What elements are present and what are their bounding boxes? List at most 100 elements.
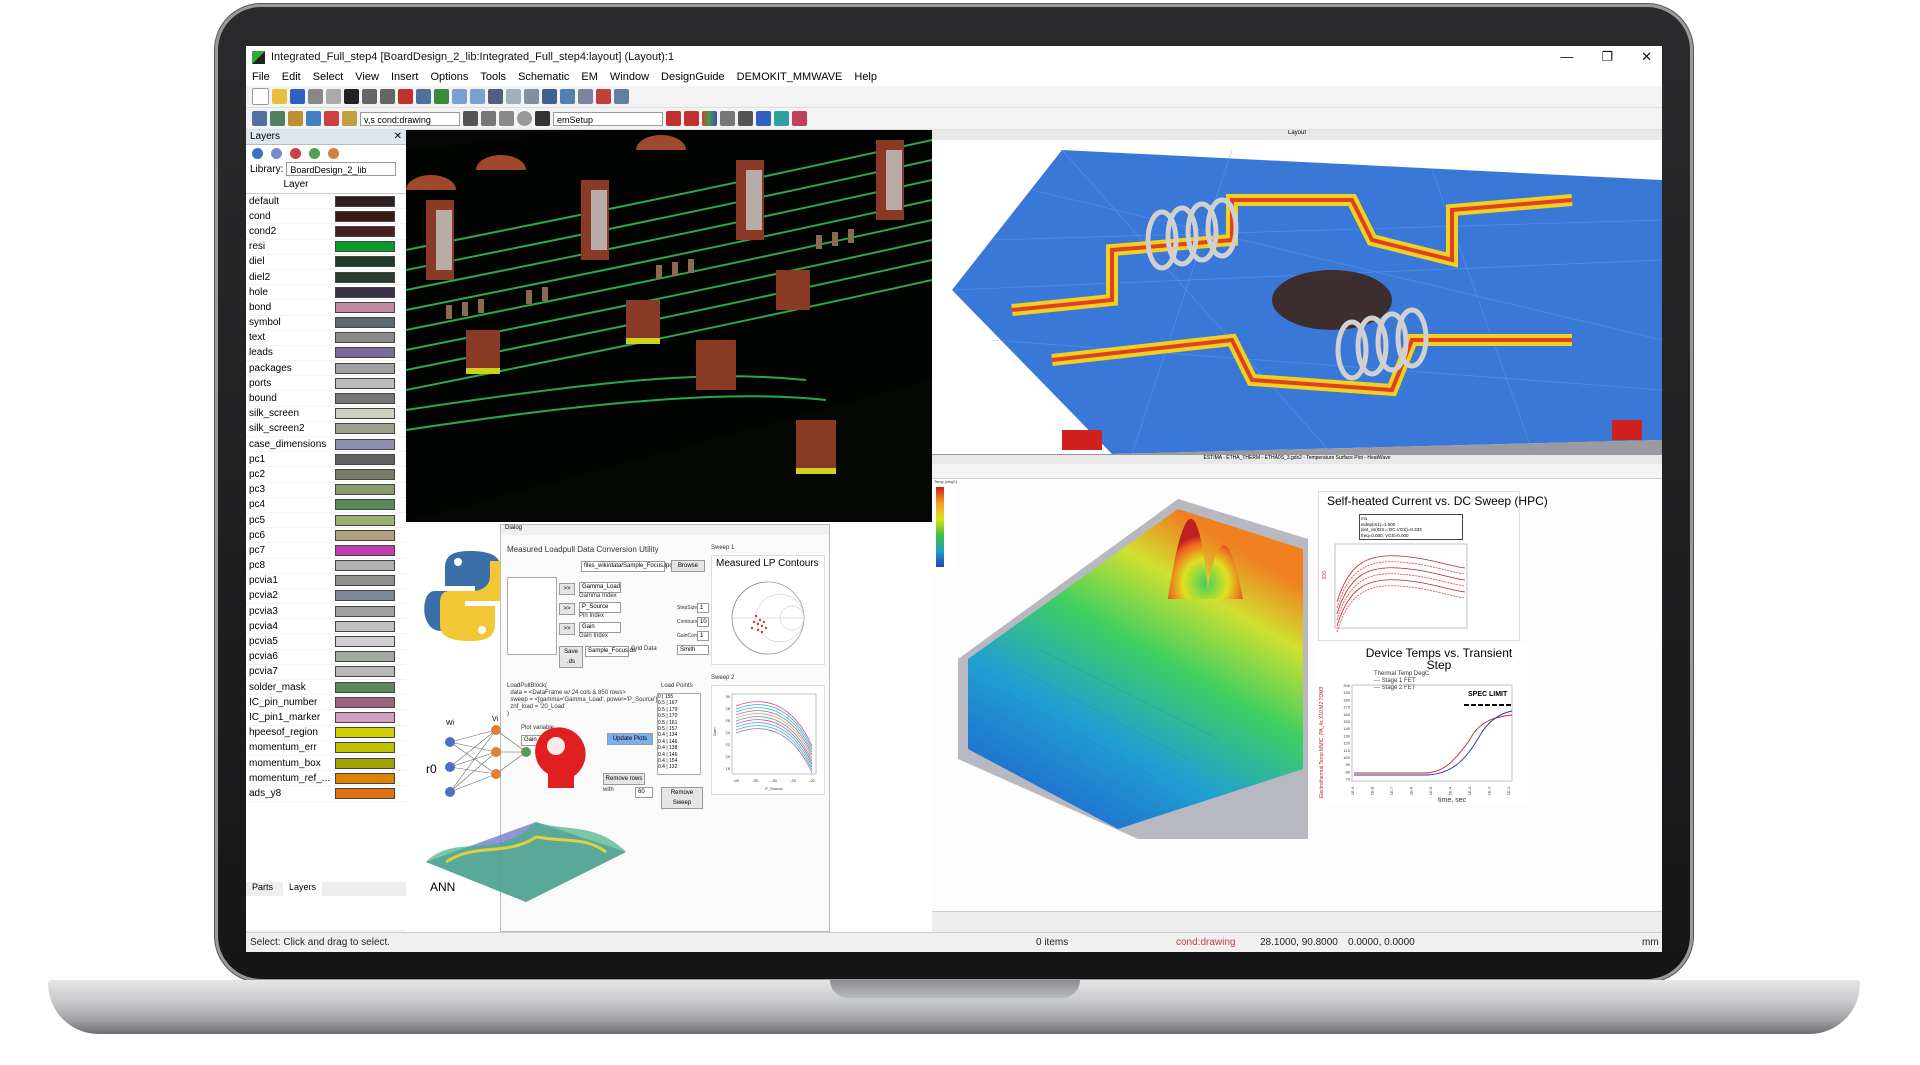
tab-layers[interactable]: Layers bbox=[283, 882, 323, 896]
menu-em[interactable]: EM bbox=[575, 71, 604, 83]
add-gain-button[interactable]: >> bbox=[559, 623, 575, 635]
layer-swatch[interactable] bbox=[335, 590, 395, 602]
target-icon[interactable] bbox=[596, 89, 611, 104]
layer-swatch[interactable] bbox=[335, 560, 395, 572]
layer-row[interactable]: silk_screen bbox=[246, 407, 406, 422]
layer-swatch[interactable] bbox=[335, 787, 395, 799]
em-setup-select[interactable]: emSetup bbox=[553, 111, 663, 126]
layer-row[interactable]: pcvia4 bbox=[246, 619, 406, 635]
layer-row[interactable]: leads bbox=[246, 346, 406, 362]
menu-select[interactable]: Select bbox=[307, 71, 350, 83]
load-point-item[interactable]: 0.4 | 132 bbox=[658, 764, 700, 770]
menu-options[interactable]: Options bbox=[424, 71, 474, 83]
layer-swatch[interactable] bbox=[335, 317, 395, 329]
colors-icon[interactable] bbox=[702, 111, 717, 126]
menu-window[interactable]: Window bbox=[604, 71, 655, 83]
push-icon[interactable] bbox=[288, 111, 303, 126]
menu-demokit[interactable]: DEMOKIT_MMWAVE bbox=[731, 71, 849, 83]
settings-icon[interactable] bbox=[774, 111, 789, 126]
cursor-icon[interactable] bbox=[326, 89, 341, 104]
layer-swatch[interactable] bbox=[335, 499, 395, 511]
layer-swatch[interactable] bbox=[335, 727, 395, 739]
layer-row[interactable]: pcvia1 bbox=[246, 574, 406, 589]
layer-swatch[interactable] bbox=[335, 468, 395, 480]
new-file-icon[interactable] bbox=[252, 88, 269, 105]
polygon-icon[interactable] bbox=[481, 111, 496, 126]
mirror-icon[interactable] bbox=[270, 111, 285, 126]
layer-swatch[interactable] bbox=[335, 544, 395, 556]
circle-icon[interactable] bbox=[517, 111, 532, 126]
layer-row[interactable]: diel bbox=[246, 255, 406, 270]
open-folder-icon[interactable] bbox=[272, 89, 287, 104]
redo-icon[interactable] bbox=[380, 89, 395, 104]
layer-swatch[interactable] bbox=[335, 575, 395, 587]
menu-insert[interactable]: Insert bbox=[385, 71, 425, 83]
align-icon[interactable] bbox=[578, 89, 593, 104]
save-icon[interactable] bbox=[290, 89, 305, 104]
print-icon[interactable] bbox=[308, 89, 323, 104]
plot-type-select[interactable]: Smith bbox=[677, 645, 709, 655]
em-simulate-icon[interactable] bbox=[666, 111, 681, 126]
layer-settings-icon[interactable] bbox=[252, 147, 263, 159]
layer-row[interactable]: bond bbox=[246, 300, 406, 316]
layers-panel-close-icon[interactable]: ✕ bbox=[394, 130, 402, 144]
layer-row[interactable]: default bbox=[246, 194, 406, 210]
gaincomp-field[interactable]: 1 bbox=[697, 631, 709, 641]
remove-sweep-button[interactable]: Remove Sweep bbox=[661, 787, 703, 809]
layer-row[interactable]: solder_mask bbox=[246, 680, 406, 696]
gamma-load-field[interactable]: Gamma_Load bbox=[579, 582, 621, 593]
layer-row[interactable]: cond2 bbox=[246, 224, 406, 240]
delete-icon[interactable] bbox=[344, 89, 359, 104]
layer-swatch[interactable] bbox=[335, 666, 395, 678]
grid-data-checkbox[interactable]: Grid Data bbox=[631, 646, 657, 652]
layer-row[interactable]: IC_pin_number bbox=[246, 695, 406, 711]
layer-swatch[interactable] bbox=[335, 256, 395, 268]
em-results-icon[interactable] bbox=[684, 111, 699, 126]
thermal-view[interactable]: ESTIMA - ETHA_THERM - ETHA0S_3.gdx2 - Te… bbox=[932, 454, 1662, 933]
pencil-icon[interactable] bbox=[342, 111, 357, 126]
layer-swatch[interactable] bbox=[335, 195, 395, 207]
layer-row[interactable]: pc5 bbox=[246, 513, 406, 529]
measure-icon[interactable] bbox=[560, 89, 575, 104]
pan-icon[interactable] bbox=[434, 89, 449, 104]
layer-swatch[interactable] bbox=[335, 529, 395, 541]
layer-row[interactable]: silk_screen2 bbox=[246, 422, 406, 437]
layer-select[interactable]: v,s cond:drawing bbox=[360, 111, 460, 126]
em-mesh-view[interactable]: Layout bbox=[932, 130, 1662, 454]
layer-swatch[interactable] bbox=[335, 377, 395, 389]
stepsize-field[interactable]: 1 bbox=[697, 603, 709, 613]
grid-icon[interactable] bbox=[506, 89, 521, 104]
thermal-slider-bar[interactable] bbox=[932, 911, 1662, 933]
dotgrid-icon[interactable] bbox=[614, 89, 629, 104]
text-icon[interactable] bbox=[535, 111, 550, 126]
layer-row[interactable]: pc4 bbox=[246, 498, 406, 513]
layer-swatch[interactable] bbox=[335, 423, 395, 435]
maximize-button[interactable]: ❐ bbox=[1601, 46, 1613, 68]
rotate-icon[interactable] bbox=[252, 111, 267, 126]
layer-select-icon[interactable] bbox=[309, 147, 320, 159]
p-source-field[interactable]: P_Source bbox=[579, 602, 621, 613]
layer-swatch[interactable] bbox=[335, 286, 395, 298]
layer-swatch[interactable] bbox=[335, 757, 395, 769]
layer-swatch[interactable] bbox=[335, 484, 395, 496]
layer-row[interactable]: bound bbox=[246, 391, 406, 407]
layer-swatch[interactable] bbox=[335, 210, 395, 222]
layer-row[interactable]: momentum_box bbox=[246, 756, 406, 772]
layer-row[interactable]: pcvia2 bbox=[246, 589, 406, 605]
ruler-icon[interactable] bbox=[542, 89, 557, 104]
layer-row[interactable]: pc6 bbox=[246, 528, 406, 544]
layer-swatch[interactable] bbox=[335, 514, 395, 526]
browse-button[interactable]: Browse bbox=[671, 560, 705, 572]
add-gamma-button[interactable]: >> bbox=[559, 583, 575, 595]
tab-parts[interactable]: Parts bbox=[252, 882, 273, 896]
layer-swatch[interactable] bbox=[335, 605, 395, 617]
menu-schematic[interactable]: Schematic bbox=[512, 71, 575, 83]
layer-swatch[interactable] bbox=[335, 438, 395, 450]
layer-row[interactable]: pc2 bbox=[246, 467, 406, 483]
layer-row[interactable]: pcvia7 bbox=[246, 665, 406, 680]
layer-swatch[interactable] bbox=[335, 651, 395, 663]
layer-swatch[interactable] bbox=[335, 696, 395, 708]
layer-swatch[interactable] bbox=[335, 347, 395, 359]
snap-icon[interactable] bbox=[524, 89, 539, 104]
layer-swatch[interactable] bbox=[335, 408, 395, 420]
